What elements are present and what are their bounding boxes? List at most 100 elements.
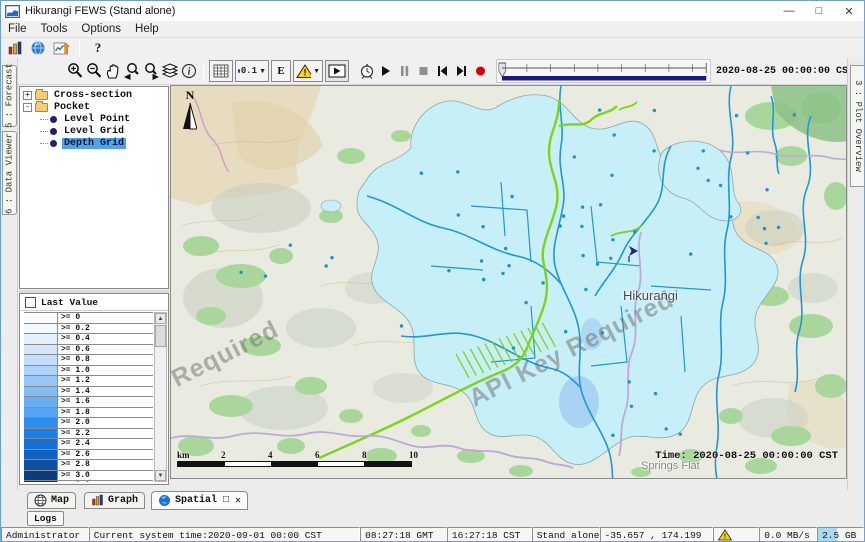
map-canvas[interactable]: [171, 86, 847, 479]
status-warning[interactable]: !: [713, 527, 759, 542]
legend-row[interactable]: >= 0.6: [24, 345, 153, 356]
legend-row[interactable]: >= 1.4: [24, 387, 153, 398]
info-button[interactable]: i: [179, 60, 198, 82]
record-button[interactable]: [471, 60, 490, 82]
legend-row[interactable]: >= 0.8: [24, 355, 153, 366]
legend-class-label: >= 0.8: [58, 355, 153, 365]
zoom-next-button[interactable]: [141, 60, 160, 82]
legend-color-swatch: [24, 334, 58, 344]
layer-tree: + Cross-section - PocketLevel PointLevel Gr…: [19, 86, 169, 289]
legend-class-label: >= 2.8: [58, 460, 153, 470]
minimize-button[interactable]: —: [774, 1, 804, 21]
legend-row[interactable]: >= 1.6: [24, 397, 153, 408]
globe-icon: [158, 494, 171, 507]
scale-tick-label: 6: [315, 450, 320, 460]
legend-color-swatch: [24, 397, 58, 407]
legend-class-label: >= 1.6: [58, 397, 153, 407]
legend-class-label: >= 1.4: [58, 387, 153, 397]
tree-item-level-grid[interactable]: Level Grid: [20, 125, 168, 137]
tree-item-level-point[interactable]: Level Point: [20, 113, 168, 125]
play-button[interactable]: [376, 60, 395, 82]
time-slider-handle: [499, 63, 506, 77]
status-system-time: Current system time:2020-09-01 00:00 CST: [89, 527, 360, 542]
svg-text:i: i: [187, 67, 190, 78]
tab-close-icon[interactable]: ✕: [235, 495, 241, 507]
legend-row[interactable]: >= 2.2: [24, 429, 153, 440]
legend-class-label: >= 0.6: [58, 345, 153, 355]
tab-forecast[interactable]: 5 : Forecast: [2, 65, 17, 127]
legend-row[interactable]: >= 0: [24, 313, 153, 324]
logs-button[interactable]: Logs: [27, 511, 64, 526]
tree-item-label: Pocket: [52, 102, 92, 113]
folder-icon: [35, 91, 48, 100]
tab-graph[interactable]: Graph: [84, 492, 145, 509]
pan-hand-button[interactable]: [103, 60, 122, 82]
last-value-checkbox[interactable]: [25, 297, 36, 308]
label-toggle-button[interactable]: E: [271, 60, 291, 82]
legend-scrollbar[interactable]: ▲ ▼: [154, 312, 167, 482]
zoom-previous-button[interactable]: [122, 60, 141, 82]
wireframe-globe-icon: [34, 494, 47, 507]
class-interval-dropdown[interactable]: 0.1 ▼: [235, 60, 269, 82]
help-button[interactable]: ?: [88, 39, 108, 58]
scale-bar: km 246810: [177, 450, 422, 472]
tab-map[interactable]: Map: [27, 492, 76, 509]
legend-row[interactable]: >= 2.8: [24, 460, 153, 471]
toolbar-separator: [203, 62, 204, 80]
status-user: Administrator: [1, 527, 89, 542]
tree-expander-icon[interactable]: +: [23, 91, 32, 100]
step-back-button[interactable]: [433, 60, 452, 82]
animation-panel-button[interactable]: [325, 60, 349, 82]
tree-item-cross-section[interactable]: + Cross-section: [20, 89, 168, 101]
menu-file[interactable]: File: [1, 23, 34, 35]
legend-row[interactable]: >= 1.8: [24, 408, 153, 419]
menu-tools[interactable]: Tools: [34, 23, 75, 35]
animation-settings-button[interactable]: [357, 60, 376, 82]
legend-row[interactable]: >= 2.4: [24, 439, 153, 450]
zoom-in-button[interactable]: [65, 60, 84, 82]
legend-row[interactable]: >= 1.2: [24, 376, 153, 387]
warning-icon: !: [718, 529, 732, 541]
svg-text:!: !: [723, 534, 727, 542]
close-button[interactable]: ✕: [834, 1, 864, 21]
legend-color-swatch: [24, 366, 58, 376]
current-time-label: 2020-08-25 00:00:00 CST: [716, 66, 864, 77]
tree-item-pocket[interactable]: - Pocket: [20, 101, 168, 113]
stop-button[interactable]: [414, 60, 433, 82]
menu-options[interactable]: Options: [74, 23, 128, 35]
tab-spatial[interactable]: Spatial □ ✕: [151, 491, 248, 510]
time-slider[interactable]: [496, 59, 711, 83]
legend-header: Last Value: [20, 294, 168, 311]
legend-row[interactable]: >= 2.0: [24, 418, 153, 429]
scale-unit-label: km: [177, 450, 190, 460]
tab-restore-icon[interactable]: □: [223, 495, 229, 506]
tree-expander-icon[interactable]: -: [23, 103, 32, 112]
warning-threshold-dropdown[interactable]: ! ▼: [293, 60, 323, 82]
tree-item-depth-grid[interactable]: Depth Grid: [20, 137, 168, 149]
tab-plot-overview[interactable]: 3 : Plot Overview: [850, 65, 865, 187]
legend-row[interactable]: >= 1.0: [24, 366, 153, 377]
maximize-button[interactable]: □: [804, 1, 834, 21]
tree-item-label: Cross-section: [52, 90, 134, 101]
zoom-out-button[interactable]: [84, 60, 103, 82]
legend-row[interactable]: >= 3.2: [24, 481, 153, 482]
tab-data-viewer[interactable]: 6 : Data Viewer: [2, 131, 17, 215]
application-window: Hikurangi FEWS (Stand alone) — □ ✕ File …: [0, 0, 865, 542]
map-view[interactable]: API Key Required API Key Required N Hiku…: [170, 85, 847, 479]
explorer-button[interactable]: [5, 39, 25, 58]
grid-toggle-button[interactable]: [209, 60, 233, 82]
scroll-up-button[interactable]: ▲: [155, 313, 166, 324]
legend-row[interactable]: >= 0.2: [24, 324, 153, 335]
pause-button[interactable]: [395, 60, 414, 82]
globe-button[interactable]: [28, 39, 48, 58]
menu-help[interactable]: Help: [128, 23, 166, 35]
legend-row[interactable]: >= 0.4: [24, 334, 153, 345]
place-label-hikurangi: Hikurangi: [623, 288, 678, 303]
timeseries-chart-button[interactable]: [51, 39, 71, 58]
step-forward-button[interactable]: [452, 60, 471, 82]
legend-row[interactable]: >= 3.0: [24, 471, 153, 482]
legend-row[interactable]: >= 2.6: [24, 450, 153, 461]
scrollbar-thumb[interactable]: [155, 325, 166, 347]
scroll-down-button[interactable]: ▼: [155, 470, 166, 481]
layers-button[interactable]: [160, 60, 179, 82]
